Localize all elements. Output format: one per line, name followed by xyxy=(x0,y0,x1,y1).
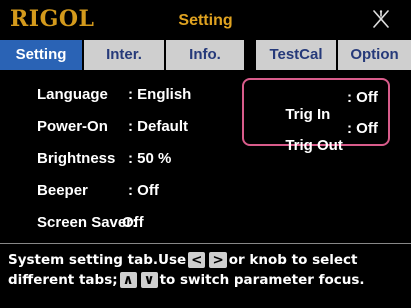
setting-label: Beeper xyxy=(37,182,88,199)
setting-value: : 50 % xyxy=(128,150,172,167)
settings-panel: Language : English Power-On : Default Br… xyxy=(0,72,411,240)
setting-value: : Off xyxy=(347,89,378,106)
tab-setting[interactable]: Setting xyxy=(0,40,82,70)
title-bar: RIGOL Setting xyxy=(0,0,411,40)
help-text-part: to switch parameter focus. xyxy=(159,272,365,288)
help-text: System setting tab.Use < > or knob to selec… xyxy=(8,250,408,290)
page-title: Setting xyxy=(178,12,233,29)
up-arrow-key-icon: ∧ xyxy=(119,272,137,288)
setting-label: Brightness xyxy=(37,150,116,167)
down-arrow-key-icon: ∨ xyxy=(140,272,158,288)
right-arrow-key-icon: > xyxy=(209,252,227,268)
tab-testcal[interactable]: TestCal xyxy=(256,40,336,70)
tab-interface[interactable]: Inter. xyxy=(84,40,164,70)
setting-label: Language xyxy=(37,86,108,103)
setting-value: : English xyxy=(128,86,192,103)
help-line-1: System setting tab.Use < > or knob to selec… xyxy=(8,250,408,270)
tab-option[interactable]: Option xyxy=(338,40,411,70)
no-signal-icon xyxy=(373,10,389,28)
setting-value: : Off xyxy=(128,182,159,199)
help-text-part: System setting tab.Use xyxy=(8,252,187,268)
setting-value: : Off xyxy=(347,120,378,137)
trigger-settings-box: Trig In : Off Trig Out : Off xyxy=(242,78,390,154)
help-line-2: different tabs; ∧ ∨ to switch parameter foc… xyxy=(8,270,408,290)
tab-info[interactable]: Info. xyxy=(166,40,244,70)
divider xyxy=(0,243,411,244)
setting-label: Trig Out xyxy=(285,137,343,154)
help-text-part: different tabs; xyxy=(8,272,118,288)
tab-bar: Setting Inter. Info. TestCal Option xyxy=(0,40,411,70)
setting-value: : Default xyxy=(128,118,188,135)
setting-value: Off xyxy=(122,214,144,231)
setting-label: Power-On xyxy=(37,118,108,135)
left-arrow-key-icon: < xyxy=(188,252,206,268)
help-text-part: or knob to select xyxy=(228,252,358,268)
setting-trig-out[interactable]: Trig Out : Off xyxy=(252,120,377,188)
setting-screen: RIGOL Setting Setting Inter. Info. TestC… xyxy=(0,0,411,308)
